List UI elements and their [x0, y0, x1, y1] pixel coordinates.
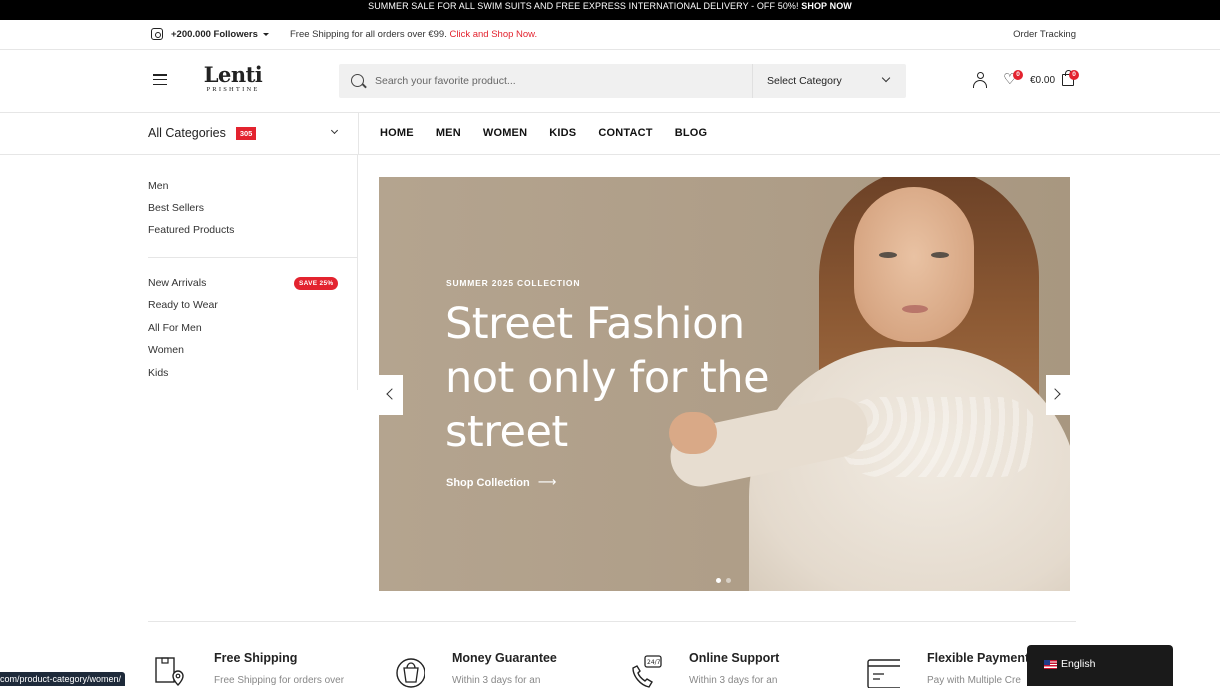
money-bag-icon	[396, 658, 425, 688]
us-flag-icon	[1044, 660, 1057, 669]
announcement-text: SUMMER SALE FOR ALL SWIM SUITS AND FREE …	[368, 1, 799, 11]
category-count-badge: 305	[235, 127, 257, 140]
shipping-text: Free Shipping for all orders over €99.	[290, 29, 447, 40]
chevron-left-icon	[386, 388, 398, 400]
chevron-down-icon[interactable]	[330, 126, 339, 135]
sidebar-item-all-for-men[interactable]: All For Men	[148, 322, 202, 334]
shop-now-link[interactable]: SHOP NOW	[801, 1, 852, 11]
cart-count-badge: 0	[1069, 70, 1079, 80]
hero-title: Street Fashion not only for the street	[445, 299, 770, 457]
all-categories-label: All Categories	[148, 126, 226, 140]
nav-kids[interactable]: KIDS	[549, 127, 576, 139]
feature-title: Free Shipping	[214, 651, 298, 665]
sidebar-item-women[interactable]: Women	[148, 344, 184, 356]
save-badge: SAVE 25%	[294, 277, 339, 290]
credit-card-icon	[867, 659, 900, 688]
nav-divider	[358, 113, 359, 155]
sidebar-item-kids[interactable]: Kids	[148, 367, 168, 379]
hero-model-face	[854, 187, 974, 342]
all-categories-toggle[interactable]: All Categories 305	[148, 126, 257, 140]
feature-title: Money Guarantee	[452, 651, 557, 665]
caret-down-icon	[262, 32, 269, 36]
click-and-shop-link[interactable]: Click and Shop Now.	[449, 29, 537, 40]
instagram-icon[interactable]	[151, 28, 163, 40]
section-divider	[148, 621, 1076, 622]
category-select[interactable]: Select Category	[752, 64, 906, 98]
hero-tagline: SUMMER 2025 COLLECTION	[446, 278, 581, 288]
sidebar-item-best-sellers[interactable]: Best Sellers	[148, 202, 204, 214]
hero-slider: SUMMER 2025 COLLECTION Street Fashion no…	[379, 177, 1070, 591]
shipping-info: Free Shipping for all orders over €99. C…	[290, 29, 537, 40]
slider-prev-button[interactable]	[379, 375, 403, 415]
wishlist-count-badge: 0	[1013, 70, 1023, 80]
order-tracking-link[interactable]: Order Tracking	[1013, 29, 1076, 40]
feature-title: Online Support	[689, 651, 780, 665]
nav-men[interactable]: MEN	[436, 127, 461, 139]
site-header: Lenti PRISHTINE Select Category ♡ 0 €0.0…	[0, 50, 1220, 113]
status-bar-url: com/product-category/women/	[0, 672, 126, 686]
sidebar-item-new-arrivals[interactable]: New Arrivals	[148, 277, 206, 289]
search-bar: Select Category	[339, 64, 906, 98]
slider-dot[interactable]	[716, 578, 721, 583]
hero-model-lips	[902, 305, 928, 313]
sidebar-item-featured-products[interactable]: Featured Products	[148, 224, 234, 236]
svg-text:24/7: 24/7	[647, 659, 661, 666]
slider-next-button[interactable]	[1046, 375, 1070, 415]
chevron-down-icon	[881, 73, 891, 83]
category-select-label: Select Category	[767, 75, 842, 87]
delivery-box-icon	[155, 657, 184, 686]
user-account-icon[interactable]	[973, 72, 987, 88]
nav-women[interactable]: WOMEN	[483, 127, 527, 139]
slider-dots	[716, 570, 736, 588]
hamburger-menu-icon[interactable]	[153, 74, 167, 86]
category-sidebar: Men Best Sellers Featured Products New A…	[148, 155, 358, 390]
search-icon[interactable]	[351, 74, 364, 87]
nav-blog[interactable]: BLOG	[675, 127, 708, 139]
feature-subtitle: Within 3 days for an	[689, 675, 778, 686]
feature-subtitle: Within 3 days for an	[452, 675, 541, 686]
hero-sweater-lace	[839, 397, 1039, 477]
hero-model-eye	[931, 252, 949, 258]
nav-home[interactable]: HOME	[380, 127, 414, 139]
language-switcher[interactable]: English	[1027, 645, 1173, 686]
info-bar: +200.000 Followers Free Shipping for all…	[0, 20, 1220, 50]
logo-sub: PRISHTINE	[206, 86, 260, 93]
main-navigation: All Categories 305 HOME MEN WOMEN KIDS CO…	[0, 113, 1220, 155]
announcement-bar: SUMMER SALE FOR ALL SWIM SUITS AND FREE …	[0, 0, 1220, 20]
logo-main: Lenti	[203, 62, 263, 87]
site-logo[interactable]: Lenti PRISHTINE	[199, 64, 267, 94]
feature-subtitle: Pay with Multiple Cre	[927, 675, 1021, 686]
sidebar-item-ready-to-wear[interactable]: Ready to Wear	[148, 299, 218, 311]
feature-subtitle: Free Shipping for orders over	[214, 675, 345, 686]
arrow-right-icon: ⟶	[537, 474, 557, 489]
chevron-right-icon	[1049, 388, 1061, 400]
support-phone-icon: 24/7	[632, 655, 662, 688]
followers-dropdown[interactable]: +200.000 Followers	[171, 29, 269, 40]
sidebar-divider	[148, 257, 358, 258]
sidebar-item-men[interactable]: Men	[148, 180, 168, 192]
cart-total[interactable]: €0.00	[1030, 75, 1055, 86]
language-label: English	[1061, 658, 1096, 670]
search-input[interactable]	[375, 64, 745, 98]
feature-title: Flexible Payment	[927, 651, 1030, 665]
shop-collection-button[interactable]: Shop Collection ⟶	[446, 474, 556, 490]
hero-model-eye	[879, 252, 897, 258]
slider-dot[interactable]	[726, 578, 731, 583]
nav-contact[interactable]: CONTACT	[598, 127, 652, 139]
shop-collection-label: Shop Collection	[446, 477, 530, 489]
followers-count: +200.000 Followers	[171, 29, 258, 40]
nav-menu: HOME MEN WOMEN KIDS CONTACT BLOG	[380, 127, 729, 139]
